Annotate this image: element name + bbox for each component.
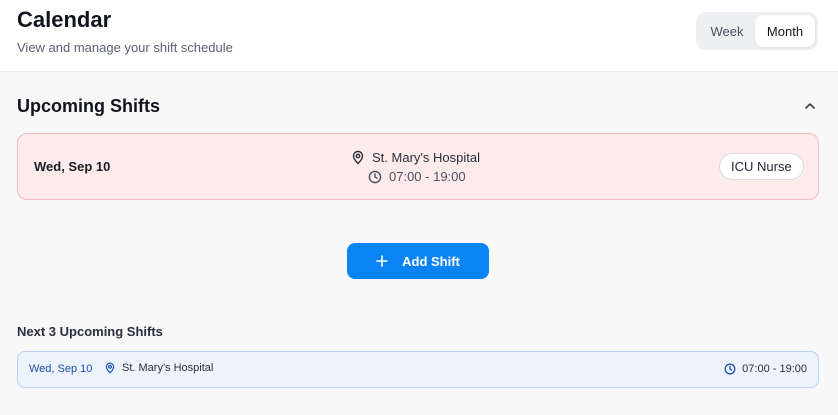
upcoming-shifts-title: Upcoming Shifts [17,96,160,116]
shift-location: St. Mary's Hospital [351,150,480,165]
next-shift-time-label: 07:00 - 19:00 [742,363,807,375]
collapse-button[interactable] [800,96,820,116]
clock-icon [724,363,736,375]
role-badge: ICU Nurse [719,153,804,180]
shift-time: 07:00 - 19:00 [368,169,466,184]
page-subtitle: View and manage your shift schedule [17,40,233,55]
month-view-button[interactable]: Month [755,15,815,47]
page-title: Calendar [17,7,112,32]
next-shift-time: 07:00 - 19:00 [724,363,807,375]
shift-card[interactable]: Wed, Sep 10 St. Mary's Hospital 07:00 - … [17,133,819,200]
map-pin-icon [351,150,365,165]
page-header: Calendar View and manage your shift sche… [0,0,838,72]
next-shift-row[interactable]: Wed, Sep 10 St. Mary's Hospital 07:00 - … [17,351,819,388]
clock-icon [368,170,382,184]
map-pin-icon [104,362,116,374]
view-toggle: Week Month [696,12,818,50]
week-view-button[interactable]: Week [699,15,755,47]
next-shifts-title: Next 3 Upcoming Shifts [17,324,163,339]
next-shift-date: Wed, Sep 10 [29,363,93,375]
shift-date: Wed, Sep 10 [34,159,111,174]
add-shift-label: Add Shift [402,253,460,269]
next-shift-location: St. Mary's Hospital [104,362,213,374]
shift-time-label: 07:00 - 19:00 [389,169,466,184]
add-shift-button[interactable]: Add Shift [347,243,489,279]
shift-location-label: St. Mary's Hospital [372,150,480,165]
next-shift-location-label: St. Mary's Hospital [122,362,214,374]
plus-icon [376,255,388,267]
chevron-up-icon [803,99,817,113]
